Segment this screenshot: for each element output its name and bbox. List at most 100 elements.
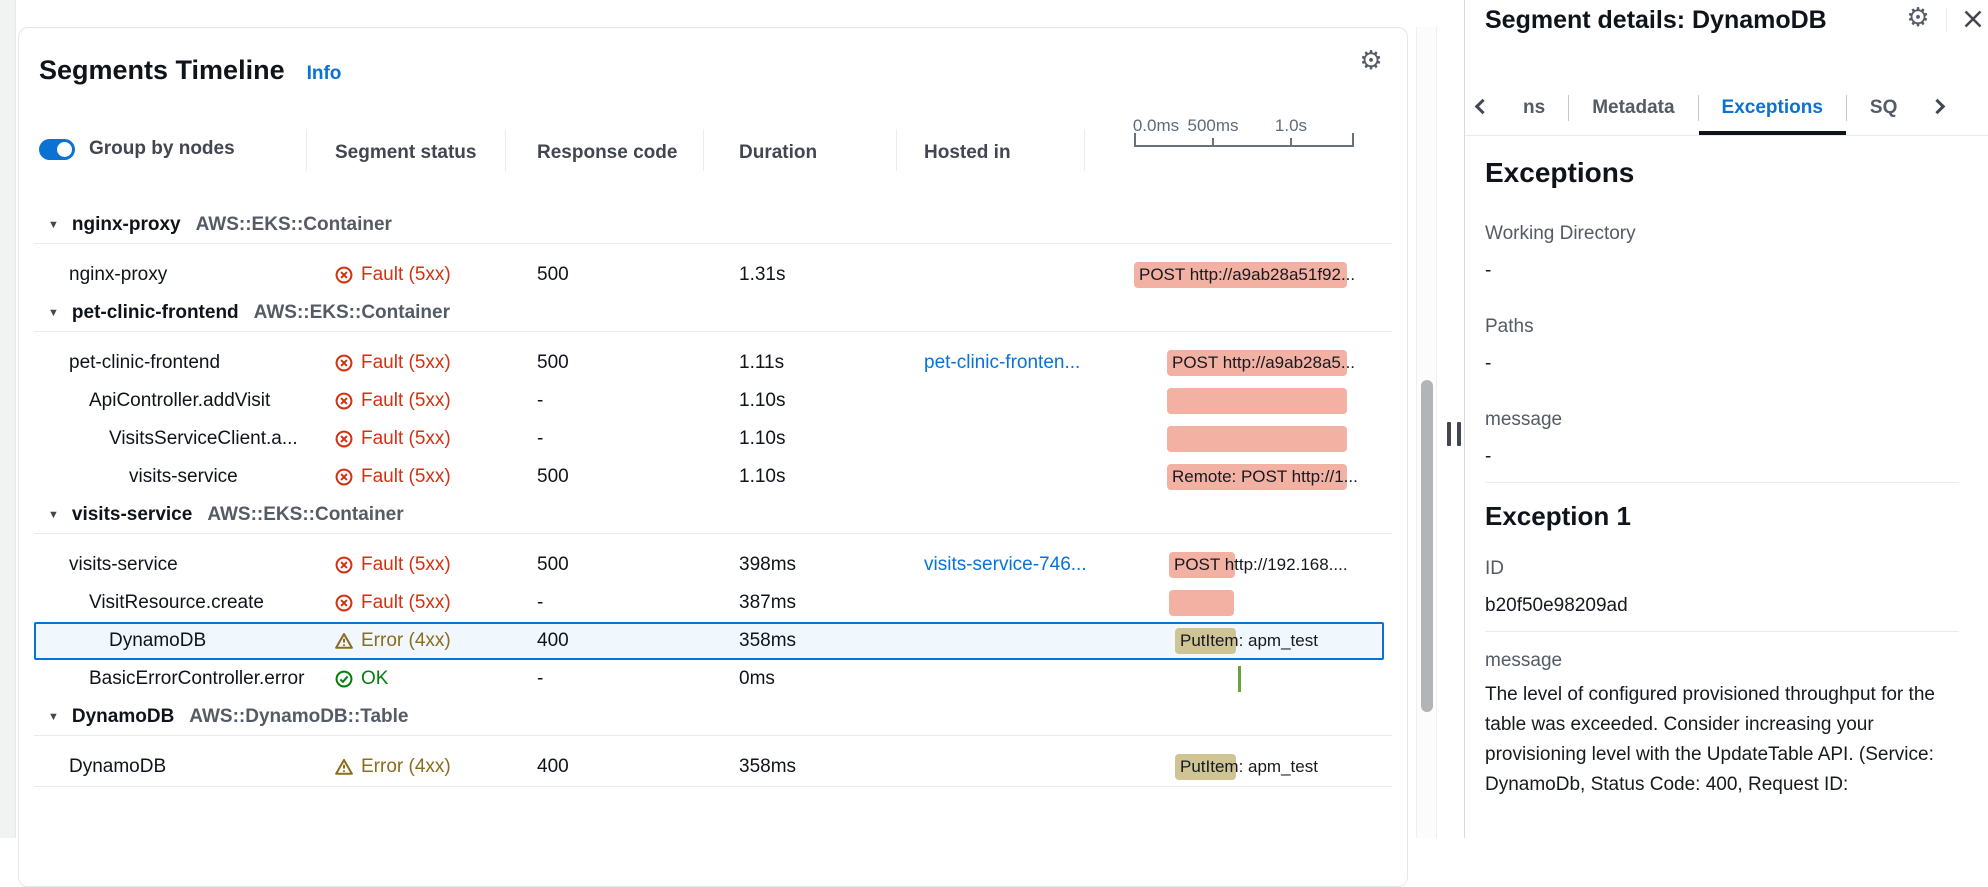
exception-id-label: ID — [1485, 558, 1959, 580]
segment-name: visits-service — [69, 546, 178, 584]
tab-metadata[interactable]: Metadata — [1569, 80, 1697, 135]
segment-name: VisitResource.create — [89, 584, 264, 622]
status-label: Fault (5xx) — [361, 390, 451, 412]
details-settings-gear-icon[interactable]: ⚙ — [1903, 3, 1933, 33]
fault-circle-x-icon — [335, 392, 353, 410]
column-header-response-code: Response code — [537, 142, 677, 164]
timeline-bar-label: POST http://192.168.... — [1169, 552, 1348, 578]
group-header-pet-clinic-frontend[interactable]: ▼pet-clinic-frontendAWS::EKS::Container — [34, 294, 1392, 332]
group-spacer — [19, 534, 1407, 546]
column-divider — [306, 129, 307, 171]
collapse-arrow-icon[interactable]: ▼ — [48, 711, 59, 723]
group-type: AWS::EKS::Container — [196, 214, 392, 236]
group-spacer — [19, 736, 1407, 748]
segment-status: Fault (5xx) — [335, 420, 451, 458]
segment-row-VisitsServiceClient.a...[interactable]: VisitsServiceClient.a...Fault (5xx)-1.10… — [19, 420, 1407, 458]
exception-1-heading: Exception 1 — [1485, 501, 1959, 532]
status-label: Fault (5xx) — [361, 352, 451, 374]
tab-annotations-partial[interactable]: ns — [1500, 80, 1568, 135]
segment-name: DynamoDB — [69, 748, 166, 786]
collapse-arrow-icon[interactable]: ▼ — [48, 509, 59, 521]
message-label: message — [1485, 409, 1959, 431]
group-spacer — [19, 332, 1407, 344]
group-spacer — [19, 244, 1407, 256]
timeline-bar[interactable]: Remote: POST http://1... — [1167, 464, 1358, 490]
segment-status: Fault (5xx) — [335, 458, 451, 496]
timeline-settings-gear-icon[interactable]: ⚙ — [1356, 46, 1386, 76]
ruler-tick-label: 500ms — [1187, 116, 1238, 136]
segment-row-BasicErrorController.error[interactable]: BasicErrorController.errorOK-0ms — [19, 660, 1407, 698]
panel-resize-handle[interactable] — [1447, 422, 1461, 446]
response-code: 400 — [537, 748, 569, 786]
segment-row-ApiController.addVisit[interactable]: ApiController.addVisitFault (5xx)-1.10s — [19, 382, 1407, 420]
fault-circle-x-icon — [335, 556, 353, 574]
close-icon[interactable] — [1959, 5, 1987, 33]
segment-row-DynamoDB[interactable]: DynamoDBError (4xx)400358msPutItem: apm_… — [19, 622, 1407, 660]
hosted-in-link[interactable]: visits-service-746... — [924, 546, 1087, 584]
hosted-in-link[interactable]: pet-clinic-fronten... — [924, 344, 1080, 382]
response-code: 400 — [537, 622, 569, 660]
timeline-bar[interactable]: PutItem: apm_test — [1175, 628, 1318, 654]
segment-name: VisitsServiceClient.a... — [109, 420, 298, 458]
timeline-bar-fill — [1167, 426, 1347, 452]
tabs-scroll-right-button[interactable] — [1920, 80, 1955, 135]
fault-circle-x-icon — [335, 354, 353, 372]
status-label: OK — [361, 668, 388, 690]
status-label: Error (4xx) — [361, 756, 451, 778]
segment-row-nginx-proxy[interactable]: nginx-proxyFault (5xx)5001.31sPOST http:… — [19, 256, 1407, 294]
timeline-bar[interactable]: POST http://a9ab28a51f92... — [1134, 262, 1355, 288]
exception-message-label: message — [1485, 650, 1959, 672]
segment-row-visits-service[interactable]: visits-serviceFault (5xx)500398msvisits-… — [19, 546, 1407, 584]
working-directory-value: - — [1485, 260, 1959, 282]
exceptions-heading: Exceptions — [1485, 157, 1959, 189]
timeline-rows: ▼nginx-proxyAWS::EKS::Containernginx-pro… — [19, 206, 1407, 787]
segment-row-DynamoDB[interactable]: DynamoDBError (4xx)400358msPutItem: apm_… — [19, 748, 1407, 786]
timeline-ruler — [1134, 134, 1354, 147]
header-icon-divider — [1946, 8, 1947, 32]
segment-status: Fault (5xx) — [335, 584, 451, 622]
column-header-segment-status: Segment status — [335, 142, 476, 164]
segment-status: Fault (5xx) — [335, 256, 451, 294]
tab-exceptions[interactable]: Exceptions — [1699, 80, 1846, 135]
segment-name: visits-service — [129, 458, 238, 496]
timeline-bar[interactable]: POST http://a9ab28a5... — [1167, 350, 1355, 376]
paths-field: Paths - — [1485, 316, 1959, 375]
ok-check-circle-icon — [335, 670, 353, 688]
vertical-scrollbar-thumb[interactable] — [1421, 380, 1433, 712]
group-name: visits-service — [72, 504, 192, 526]
segment-name: pet-clinic-frontend — [69, 344, 220, 382]
details-tabs: ns Metadata Exceptions SQ — [1465, 80, 1988, 136]
segment-row-VisitResource.create[interactable]: VisitResource.createFault (5xx)-387ms — [19, 584, 1407, 622]
fault-circle-x-icon — [335, 468, 353, 486]
info-link[interactable]: Info — [307, 63, 342, 85]
tabs-scroll-left-button[interactable] — [1465, 80, 1500, 135]
section-divider — [1485, 631, 1959, 632]
timeline-bar[interactable]: PutItem: apm_test — [1175, 754, 1318, 780]
response-code: 500 — [537, 546, 569, 584]
group-type: AWS::DynamoDB::Table — [189, 706, 408, 728]
message-field: message - — [1485, 409, 1959, 468]
column-divider — [505, 129, 506, 171]
exceptions-tab-content: Exceptions Working Directory - Paths - m… — [1485, 137, 1959, 800]
error-warning-triangle-icon — [335, 632, 353, 650]
group-header-visits-service[interactable]: ▼visits-serviceAWS::EKS::Container — [34, 496, 1392, 534]
response-code: - — [537, 660, 543, 698]
timeline-bar[interactable]: POST http://192.168.... — [1169, 552, 1348, 578]
group-header-DynamoDB[interactable]: ▼DynamoDBAWS::DynamoDB::Table — [34, 698, 1392, 736]
segment-row-pet-clinic-frontend[interactable]: pet-clinic-frontendFault (5xx)5001.11spe… — [19, 344, 1407, 382]
page-left-gutter — [0, 0, 16, 838]
segment-name: BasicErrorController.error — [89, 660, 304, 698]
segment-row-visits-service[interactable]: visits-serviceFault (5xx)5001.10sRemote:… — [19, 458, 1407, 496]
group-by-nodes-toggle[interactable] — [39, 139, 75, 160]
paths-value: - — [1485, 353, 1959, 375]
segments-timeline-card: Segments Timeline Info ⚙ Group by nodes … — [18, 27, 1408, 887]
collapse-arrow-icon[interactable]: ▼ — [48, 307, 59, 319]
column-header-hosted-in: Hosted in — [924, 142, 1011, 164]
tab-sql-partial[interactable]: SQ — [1847, 80, 1920, 135]
collapse-arrow-icon[interactable]: ▼ — [48, 219, 59, 231]
fault-circle-x-icon — [335, 594, 353, 612]
details-panel-title: Segment details: DynamoDB — [1485, 6, 1827, 35]
column-divider — [703, 129, 704, 171]
group-header-nginx-proxy[interactable]: ▼nginx-proxyAWS::EKS::Container — [34, 206, 1392, 244]
timeline-bar-label: PutItem: apm_test — [1175, 754, 1318, 780]
